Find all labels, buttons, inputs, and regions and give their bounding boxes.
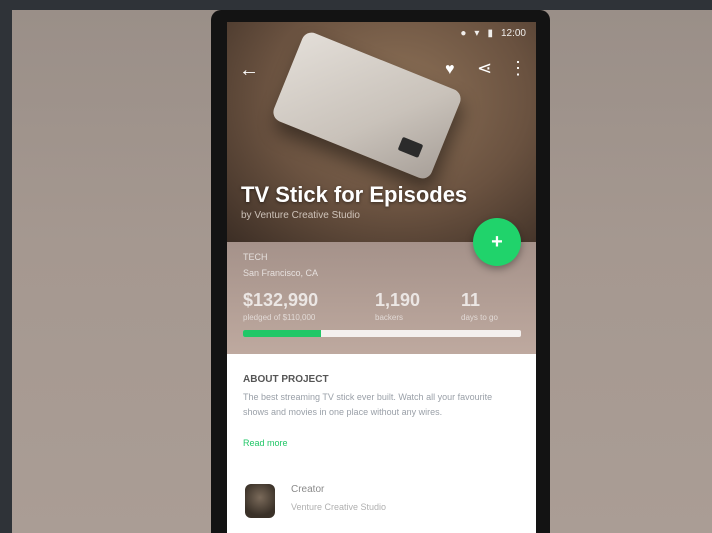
more-vert-icon[interactable]: ⋮ bbox=[509, 58, 527, 78]
app-screen: ● ▾ ▮ 12:00 ← ♥ ⋖ ⋮ TV Stick for Episode… bbox=[227, 22, 536, 533]
location-icon: ● bbox=[460, 28, 467, 39]
pledged-stat: $132,990 pledged of $110,000 bbox=[243, 290, 318, 322]
status-time: 12:00 bbox=[500, 28, 526, 39]
share-icon[interactable]: ⋖ bbox=[477, 58, 492, 78]
add-button[interactable]: + bbox=[473, 218, 521, 266]
creator-subtitle: Venture Creative Studio bbox=[291, 502, 387, 512]
backers-stat: 1,190 backers bbox=[375, 290, 420, 322]
heart-icon[interactable]: ♥ bbox=[445, 60, 455, 80]
about-title: ABOUT PROJECT bbox=[243, 374, 329, 385]
pledged-label: pledged of $110,000 bbox=[243, 313, 316, 322]
about-text: The best streaming TV stick ever built. … bbox=[243, 392, 493, 417]
funding-progress-fill bbox=[243, 330, 321, 337]
usb-port bbox=[397, 136, 424, 158]
backers-value: 1,190 bbox=[375, 290, 421, 310]
days-stat: 11 days to go bbox=[461, 290, 498, 322]
back-arrow-icon[interactable]: ← bbox=[239, 60, 259, 80]
funding-stats: $132,990 pledged of $110,000 1,190 backe… bbox=[243, 290, 523, 330]
read-more-link[interactable]: Read more bbox=[243, 438, 288, 448]
project-title: TV Stick for Episodes bbox=[241, 182, 468, 207]
project-subtitle: by Venture Creative Studio bbox=[241, 210, 360, 221]
wifi-icon: ▾ bbox=[474, 28, 480, 39]
avatar bbox=[245, 484, 275, 518]
funding-progress-bar bbox=[243, 330, 521, 337]
details-section: ABOUT PROJECT The best streaming TV stic… bbox=[227, 354, 536, 533]
hero-image: ● ▾ ▮ 12:00 ← ♥ ⋖ ⋮ TV Stick for Episode… bbox=[227, 22, 536, 242]
creator-name: Creator bbox=[291, 484, 325, 495]
status-bar: ● ▾ ▮ 12:00 bbox=[460, 28, 526, 39]
product-image bbox=[270, 29, 464, 182]
creator-row[interactable]: Creator Venture Creative Studio bbox=[243, 478, 523, 524]
backers-label: backers bbox=[375, 313, 404, 322]
days-label: days to go bbox=[461, 313, 498, 322]
app-bar: ← ♥ ⋖ ⋮ bbox=[227, 56, 536, 86]
days-value: 11 bbox=[461, 290, 481, 310]
pledged-value: $132,990 bbox=[243, 290, 319, 310]
battery-icon: ▮ bbox=[487, 28, 493, 39]
location-label: San Francisco, CA bbox=[243, 268, 319, 278]
category-label: TECH bbox=[243, 252, 268, 262]
